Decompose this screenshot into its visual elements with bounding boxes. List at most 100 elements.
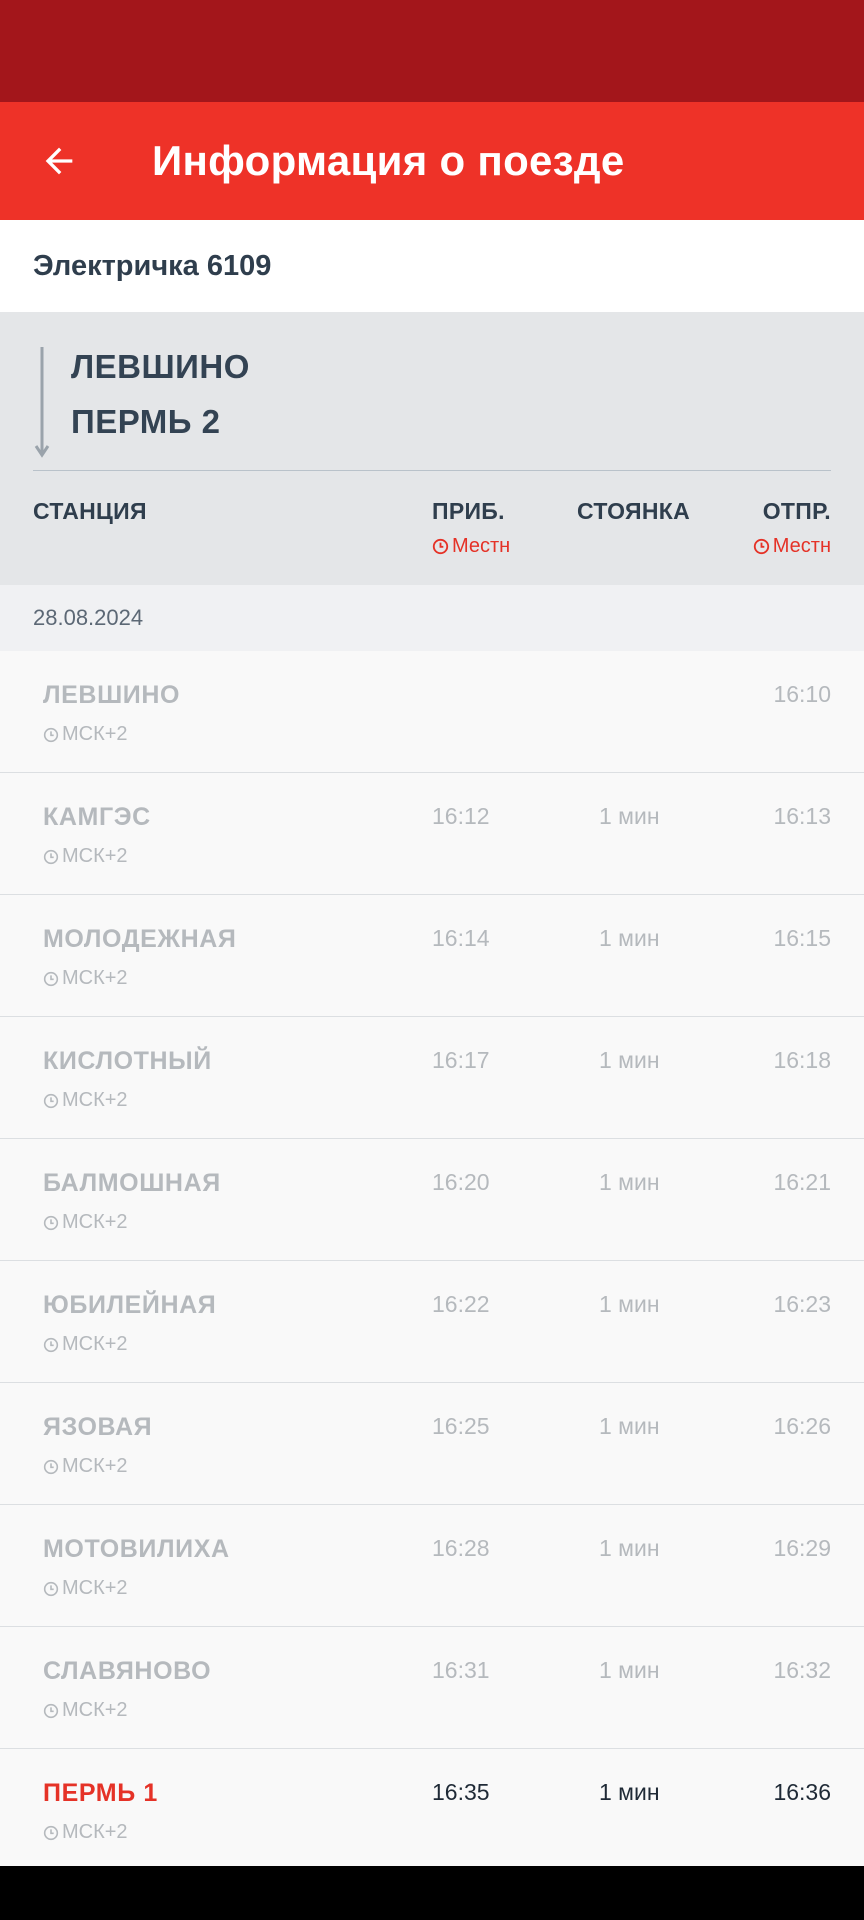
station-timezone: МСК+2 — [43, 1455, 128, 1478]
station-row-current[interactable]: ПЕРМЬ 1 МСК+2 16:35 1 мин 16:36 — [0, 1749, 864, 1866]
clock-icon — [43, 1459, 59, 1474]
station-row[interactable]: ЮБИЛЕЙНАЯ МСК+2 16:22 1 мин 16:23 — [0, 1261, 864, 1383]
station-row[interactable]: БАЛМОШНАЯ МСК+2 16:20 1 мин 16:21 — [0, 1139, 864, 1261]
app-bar: Информация о поезде — [0, 102, 864, 220]
arrival-time: 16:35 — [432, 1779, 490, 1805]
station-row[interactable]: МОЛОДЕЖНАЯ МСК+2 16:14 1 мин 16:15 — [0, 895, 864, 1017]
departure-time: 16:32 — [773, 1657, 831, 1683]
station-timezone-label: МСК+2 — [62, 1211, 128, 1233]
route-arrow-icon — [34, 347, 50, 458]
station-timezone: МСК+2 — [43, 1211, 128, 1234]
station-name: ЯЗОВАЯ — [43, 1413, 153, 1441]
station-name: СЛАВЯНОВО — [43, 1657, 212, 1685]
arrow-back-icon — [45, 147, 73, 175]
arrival-timezone-label: Местн — [452, 535, 511, 557]
station-timezone: МСК+2 — [43, 1333, 128, 1356]
station-list: ЛЕВШИНО МСК+2 16:10 КАМГЭС МСК+2 16:12 1… — [0, 651, 864, 1866]
station-timezone: МСК+2 — [43, 723, 128, 746]
clock-icon — [43, 1337, 59, 1352]
arrival-time: 16:25 — [432, 1413, 490, 1439]
clock-icon — [43, 971, 59, 986]
arrival-time: 16:12 — [432, 803, 490, 829]
station-timezone-label: МСК+2 — [62, 1089, 128, 1111]
stop-duration: 1 мин — [599, 1169, 660, 1195]
train-name: Электричка 6109 — [33, 250, 272, 282]
clock-icon — [432, 538, 449, 555]
back-button[interactable] — [26, 128, 92, 194]
arrival-timezone: Местн — [432, 535, 510, 558]
clock-icon — [43, 849, 59, 864]
departure-time: 16:36 — [773, 1779, 831, 1805]
station-name: КАМГЭС — [43, 803, 151, 831]
column-header-station: СТАНЦИЯ — [33, 498, 147, 524]
clock-icon — [43, 1215, 59, 1230]
route-destination: ПЕРМЬ 2 — [71, 403, 221, 440]
column-header-departure: ОТПР. — [762, 498, 831, 524]
departure-time: 16:29 — [773, 1535, 831, 1561]
station-row[interactable]: МОТОВИЛИХА МСК+2 16:28 1 мин 16:29 — [0, 1505, 864, 1627]
station-row[interactable]: КИСЛОТНЫЙ МСК+2 16:17 1 мин 16:18 — [0, 1017, 864, 1139]
arrival-time: 16:20 — [432, 1169, 490, 1195]
divider — [33, 470, 831, 471]
clock-icon — [43, 1581, 59, 1596]
stop-duration: 1 мин — [599, 1779, 660, 1805]
station-timezone-label: МСК+2 — [62, 1699, 128, 1721]
station-timezone: МСК+2 — [43, 1821, 128, 1844]
date-bar: 28.08.2024 — [0, 585, 864, 651]
station-timezone: МСК+2 — [43, 1699, 128, 1722]
stop-duration: 1 мин — [599, 925, 660, 951]
departure-time: 16:13 — [773, 803, 831, 829]
departure-time: 16:26 — [773, 1413, 831, 1439]
stop-duration: 1 мин — [599, 1657, 660, 1683]
station-timezone-label: МСК+2 — [62, 723, 128, 745]
station-name: ПЕРМЬ 1 — [43, 1779, 158, 1807]
station-name: ЮБИЛЕЙНАЯ — [43, 1291, 217, 1319]
station-timezone: МСК+2 — [43, 1577, 128, 1600]
station-name: ЛЕВШИНО — [43, 681, 181, 709]
arrival-time: 16:28 — [432, 1535, 490, 1561]
train-info-bar: Электричка 6109 — [0, 220, 864, 312]
departure-time: 16:10 — [773, 681, 831, 707]
station-row[interactable]: СЛАВЯНОВО МСК+2 16:31 1 мин 16:32 — [0, 1627, 864, 1749]
station-timezone: МСК+2 — [43, 1089, 128, 1112]
departure-time: 16:23 — [773, 1291, 831, 1317]
status-bar — [0, 0, 864, 102]
departure-timezone: Местн — [753, 535, 831, 558]
departure-time: 16:18 — [773, 1047, 831, 1073]
departure-time: 16:15 — [773, 925, 831, 951]
arrival-time: 16:17 — [432, 1047, 490, 1073]
arrival-time: 16:31 — [432, 1657, 490, 1683]
departure-time: 16:21 — [773, 1169, 831, 1195]
station-timezone-label: МСК+2 — [62, 967, 128, 989]
column-header-stop: СТОЯНКА — [577, 498, 690, 524]
clock-icon — [43, 1825, 59, 1840]
station-timezone-label: МСК+2 — [62, 845, 128, 867]
station-timezone-label: МСК+2 — [62, 1821, 128, 1843]
station-timezone-label: МСК+2 — [62, 1577, 128, 1599]
arrival-time: 16:22 — [432, 1291, 490, 1317]
page-title: Информация о поезде — [152, 137, 625, 184]
station-name: БАЛМОШНАЯ — [43, 1169, 221, 1197]
route-header: ЛЕВШИНО ПЕРМЬ 2 СТАНЦИЯ ПРИБ. СТОЯНКА ОТ… — [0, 312, 864, 585]
station-timezone: МСК+2 — [43, 967, 128, 990]
station-row[interactable]: ЛЕВШИНО МСК+2 16:10 — [0, 651, 864, 773]
stop-duration: 1 мин — [599, 1535, 660, 1561]
schedule-date: 28.08.2024 — [33, 605, 144, 630]
station-timezone: МСК+2 — [43, 845, 128, 868]
station-row[interactable]: ЯЗОВАЯ МСК+2 16:25 1 мин 16:26 — [0, 1383, 864, 1505]
station-name: МОЛОДЕЖНАЯ — [43, 925, 237, 953]
clock-icon — [43, 727, 59, 742]
route-origin: ЛЕВШИНО — [71, 348, 250, 385]
system-nav-bar — [0, 1870, 864, 1920]
station-timezone-label: МСК+2 — [62, 1455, 128, 1477]
stop-duration: 1 мин — [599, 1291, 660, 1317]
station-row[interactable]: КАМГЭС МСК+2 16:12 1 мин 16:13 — [0, 773, 864, 895]
station-timezone-label: МСК+2 — [62, 1333, 128, 1355]
column-header-arrival: ПРИБ. — [432, 498, 505, 524]
station-name: МОТОВИЛИХА — [43, 1535, 230, 1563]
stop-duration: 1 мин — [599, 1047, 660, 1073]
clock-icon — [43, 1093, 59, 1108]
clock-icon — [43, 1703, 59, 1718]
arrival-time: 16:14 — [432, 925, 490, 951]
stop-duration: 1 мин — [599, 803, 660, 829]
